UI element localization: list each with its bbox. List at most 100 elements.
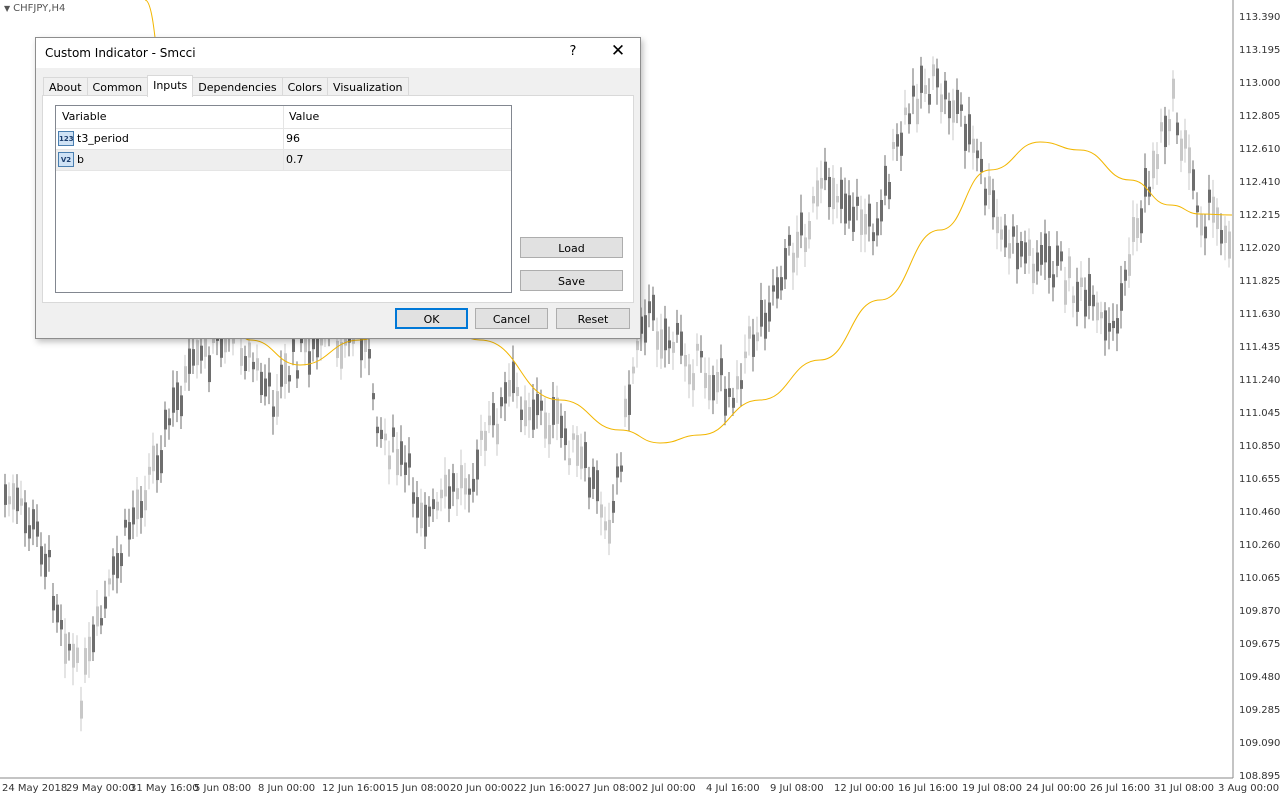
reset-button[interactable]: Reset [556, 308, 630, 329]
candle-body [1124, 269, 1127, 281]
column-header-value[interactable]: Value [289, 110, 319, 123]
price-tick-label: 112.020 [1239, 243, 1280, 254]
time-tick-label: 29 May 00:00 [66, 783, 135, 794]
inputs-grid[interactable]: Variable Value 123 t3_period 96 V2 b 0.7 [55, 105, 512, 293]
candle-body [8, 496, 11, 505]
candle-body [860, 209, 863, 235]
candle-body [504, 382, 507, 404]
variable-name: b [77, 153, 84, 166]
tab-inputs[interactable]: Inputs [147, 75, 194, 97]
candle-body [692, 373, 695, 391]
time-tick-label: 22 Jun 16:00 [514, 783, 578, 794]
time-tick-label: 16 Jul 16:00 [898, 783, 958, 794]
candle-body [992, 190, 995, 218]
candle-body [108, 578, 111, 585]
tab-visualization[interactable]: Visualization [327, 77, 409, 97]
candle-body [708, 375, 711, 401]
candle-body [516, 387, 519, 397]
candle-body [716, 372, 719, 393]
candle-body [648, 301, 651, 314]
candle-body [1028, 239, 1031, 256]
candle-body [416, 497, 419, 518]
candle-body [164, 409, 167, 430]
candle-body [736, 376, 739, 390]
symbol-text: CHFJPY,H4 [13, 3, 66, 14]
dialog-titlebar[interactable]: Custom Indicator - Smcci ? ✕ [36, 38, 640, 68]
ok-button[interactable]: OK [395, 308, 468, 329]
candle-body [32, 509, 35, 530]
candle-body [1220, 230, 1223, 244]
variable-value[interactable]: 96 [286, 132, 300, 145]
price-tick-label: 111.825 [1239, 276, 1280, 287]
candle-body [772, 285, 775, 292]
column-header-variable[interactable]: Variable [62, 110, 107, 123]
candle-body [256, 358, 259, 371]
time-tick-label: 20 Jun 00:00 [450, 783, 514, 794]
candle-body [208, 355, 211, 383]
candle-body [856, 196, 859, 206]
candle-body [1136, 218, 1139, 238]
candle-body [260, 371, 263, 396]
candle-body [120, 553, 123, 567]
candle-body [188, 348, 191, 374]
tab-common[interactable]: Common [86, 77, 149, 97]
candle-body [480, 430, 483, 440]
candle-body [16, 487, 19, 512]
help-button[interactable]: ? [566, 44, 580, 59]
variable-value[interactable]: 0.7 [286, 153, 304, 166]
candle-body [280, 364, 283, 387]
candle-body [284, 353, 287, 384]
candle-body [680, 331, 683, 356]
candle-body [808, 221, 811, 240]
candle-body [1176, 122, 1179, 136]
candle-body [396, 449, 399, 476]
candle-body [156, 455, 159, 481]
candle-body [836, 196, 839, 203]
candle-body [272, 406, 275, 417]
candle-body [140, 501, 143, 518]
candle-body [816, 180, 819, 207]
candle-body [636, 341, 639, 351]
candle-body [500, 397, 503, 407]
candle-body [452, 473, 455, 492]
candle-body [1020, 241, 1023, 257]
candle-body [1080, 277, 1083, 287]
candle-body [556, 397, 559, 424]
table-row[interactable]: 123 t3_period 96 [56, 129, 511, 150]
close-button[interactable]: ✕ [608, 41, 628, 61]
time-tick-label: 4 Jul 16:00 [706, 783, 760, 794]
tab-colors[interactable]: Colors [281, 77, 329, 97]
save-button[interactable]: Save [520, 270, 623, 291]
candle-body [1192, 169, 1195, 191]
candle-body [92, 624, 95, 653]
candle-body [776, 277, 779, 299]
candle-body [240, 348, 243, 366]
tab-about[interactable]: About [43, 77, 88, 97]
candle-body [1140, 208, 1143, 234]
candle-body [724, 388, 727, 416]
candle-body [372, 393, 375, 400]
candle-body [1156, 154, 1159, 170]
candle-body [584, 442, 587, 469]
candle-body [1088, 274, 1091, 306]
candle-body [768, 302, 771, 322]
candle-body [1172, 78, 1175, 99]
price-tick-label: 110.850 [1239, 441, 1280, 452]
candle-body [804, 237, 807, 253]
tab-dependencies[interactable]: Dependencies [192, 77, 283, 97]
time-tick-label: 27 Jun 08:00 [578, 783, 642, 794]
candle-body [80, 700, 83, 719]
time-tick-label: 5 Jun 08:00 [194, 783, 252, 794]
price-tick-label: 113.390 [1239, 12, 1280, 23]
candle-body [572, 433, 575, 440]
load-button[interactable]: Load [520, 237, 623, 258]
candle-body [72, 643, 75, 668]
candle-body [288, 375, 291, 382]
candle-body [600, 504, 603, 518]
candle-body [476, 449, 479, 480]
candle-body [1184, 130, 1187, 149]
price-tick-label: 109.285 [1239, 705, 1280, 716]
table-row[interactable]: V2 b 0.7 [56, 150, 511, 171]
cancel-button[interactable]: Cancel [475, 308, 548, 329]
candle-body [1108, 323, 1111, 332]
